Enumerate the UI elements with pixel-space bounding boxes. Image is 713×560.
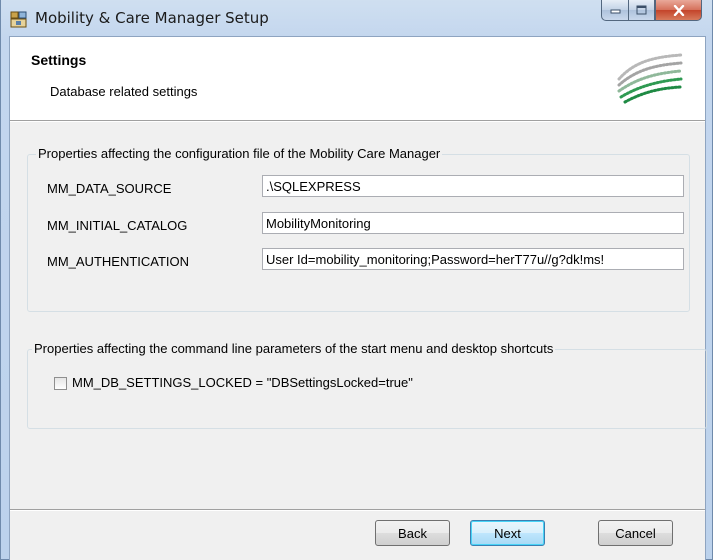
db-settings-locked-label[interactable]: MM_DB_SETTINGS_LOCKED = "DBSettingsLocke… bbox=[72, 375, 413, 390]
window-controls bbox=[601, 0, 702, 22]
db-settings-locked-checkbox[interactable] bbox=[54, 377, 67, 390]
back-button[interactable]: Back bbox=[375, 520, 450, 546]
data-source-input[interactable] bbox=[262, 175, 684, 197]
initial-catalog-input[interactable] bbox=[262, 212, 684, 234]
close-button[interactable] bbox=[655, 0, 702, 21]
footer-separator-highlight bbox=[10, 510, 705, 511]
installer-icon bbox=[10, 11, 27, 28]
initial-catalog-label: MM_INITIAL_CATALOG bbox=[47, 218, 188, 233]
page-subtitle: Database related settings bbox=[50, 84, 198, 99]
minimize-button[interactable] bbox=[601, 0, 628, 21]
authentication-label: MM_AUTHENTICATION bbox=[47, 254, 190, 269]
close-icon bbox=[673, 4, 684, 16]
setup-window: Mobility & Care Manager Setup Settings D… bbox=[0, 0, 713, 560]
authentication-input[interactable] bbox=[262, 248, 684, 270]
page-title: Settings bbox=[31, 52, 87, 68]
dialog-client-area: Settings Database related settings Prope… bbox=[9, 36, 707, 560]
maximize-button[interactable] bbox=[628, 0, 655, 21]
config-properties-group: Properties affecting the configuration f… bbox=[27, 146, 690, 312]
next-button[interactable]: Next bbox=[470, 520, 545, 546]
cmdline-group-legend: Properties affecting the command line pa… bbox=[32, 341, 556, 356]
minimize-icon bbox=[610, 9, 620, 14]
header-banner: Settings Database related settings bbox=[10, 37, 705, 121]
window-title: Mobility & Care Manager Setup bbox=[35, 9, 269, 27]
brand-wave-logo bbox=[617, 53, 683, 104]
banner-separator bbox=[10, 121, 705, 122]
config-group-legend: Properties affecting the configuration f… bbox=[36, 146, 443, 161]
title-bar[interactable]: Mobility & Care Manager Setup bbox=[1, 0, 712, 36]
cmdline-properties-group: Properties affecting the command line pa… bbox=[27, 341, 707, 429]
data-source-label: MM_DATA_SOURCE bbox=[47, 181, 172, 196]
maximize-icon bbox=[636, 5, 647, 15]
cancel-button[interactable]: Cancel bbox=[598, 520, 673, 546]
